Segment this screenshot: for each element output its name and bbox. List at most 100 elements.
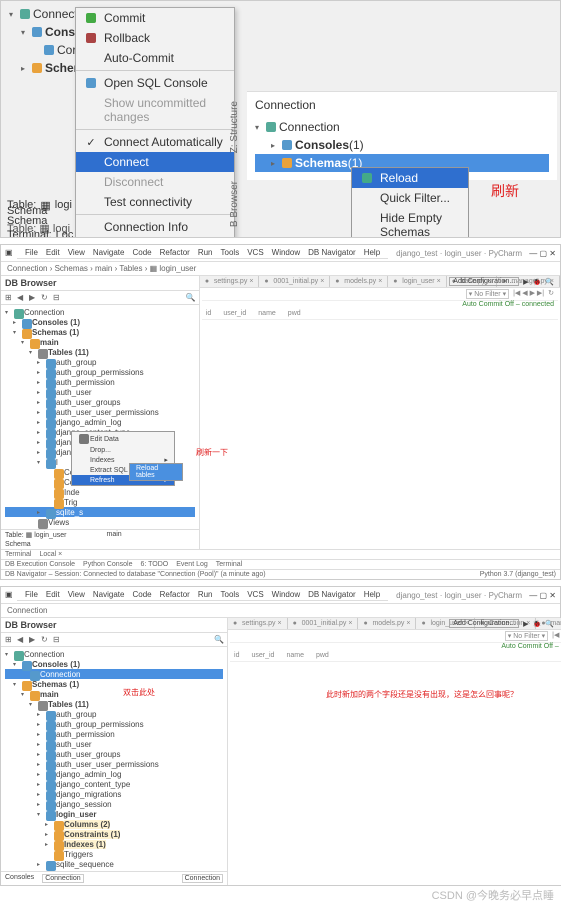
refresh-submenu[interactable]: Reload tables [129,463,183,481]
menu-code[interactable]: Code [132,590,151,599]
expand-icon[interactable]: ⊞ [5,293,14,302]
main-menu[interactable]: FileEditViewNavigateCodeRefactorRunTools… [17,589,388,601]
tree-row[interactable]: ▾Connection [255,118,549,136]
menu-item-reload[interactable]: Reload [352,168,468,188]
db-tree-row[interactable]: ▸auth_group [5,357,195,367]
db-tree[interactable]: ▾Connection▾Consoles (1)Connection▾Schem… [1,647,227,871]
conn-chip-right[interactable]: Connection [182,874,223,883]
db-tree-row[interactable]: ▸Consoles (1) [5,317,195,327]
db-tree-row[interactable]: ▸Constraints (1) [5,829,223,839]
db-tree-row[interactable]: ▸sqlite_s [5,507,195,517]
editor-tab[interactable]: ●models.py × [330,276,388,287]
editor-tab[interactable]: ●0001_initial.py × [288,618,359,629]
db-tree-row[interactable]: ▸Indexes (1) [5,839,223,849]
run-config-area[interactable]: Add Configuration... ▶ 🐞 🔍 [449,619,554,628]
window-controls[interactable]: — ▢ ✕ [529,249,556,258]
refresh-icon[interactable]: ↻ [41,293,50,302]
menu-item-rollback[interactable]: Rollback [76,28,234,48]
db-tree-row[interactable]: ▸auth_group_permissions [5,367,195,377]
nav-prev-icon[interactable]: ◀ [17,635,26,644]
editor-tab[interactable]: ●login_user × [388,276,446,287]
db-tree-row[interactable]: ▾Connection [5,649,223,659]
menu-item-test-connectivity[interactable]: Test connectivity [76,192,234,212]
main-menu[interactable]: FileEditViewNavigateCodeRefactorRunTools… [17,247,388,259]
menu-run[interactable]: Run [198,248,213,257]
menu-navigate[interactable]: Navigate [93,590,125,599]
nav-icons[interactable]: |◀ ◀ ▶ ▶| [552,631,561,641]
nav-icons[interactable]: |◀ ◀ ▶ ▶| [513,289,544,299]
db-tree-row[interactable]: ▸auth_group [5,709,223,719]
search-icon[interactable]: 🔍 [214,635,223,644]
db-tree-row[interactable]: Inde [5,487,195,497]
db-tree-row[interactable]: ▸auth_user_groups [5,397,195,407]
tool-tab[interactable]: 6: TODO [140,561,168,568]
menu-window[interactable]: Window [272,590,300,599]
db-tree-row[interactable]: ▾main [5,689,223,699]
collapse-icon[interactable]: ⊟ [53,635,62,644]
menu-help[interactable]: Help [364,248,380,257]
db-tree-row[interactable]: Views [5,517,195,527]
menu-item-auto-commit[interactable]: Auto-Commit [76,48,234,68]
status-tool-tabs[interactable]: DB Execution ConsolePython Console6: TOD… [5,561,242,568]
connection-context-menu[interactable]: CommitRollbackAuto-Commit Open SQL Consol… [75,7,235,238]
nav-next-icon[interactable]: ▶ [29,635,38,644]
breadcrumb[interactable]: Connection › Schemas › main › Tables › ▦… [1,262,560,276]
menu-db navigator[interactable]: DB Navigator [308,248,356,257]
refresh-icon[interactable]: ↻ [41,635,50,644]
tree-row[interactable]: ▸Consoles (1) [255,136,549,154]
db-tree-row[interactable]: ▸auth_user_user_permissions [5,759,223,769]
ctx-reload-tables[interactable]: Reload tables [130,464,182,480]
db-tree-row[interactable]: ▸auth_user [5,739,223,749]
editor-tab[interactable]: ●models.py × [358,618,416,629]
search-icon[interactable]: 🔍 [545,278,554,286]
db-tree-row[interactable]: ▸django_session [5,799,223,809]
db-tree-row[interactable]: ▾Tables (11) [5,347,195,357]
tool-tab[interactable]: Event Log [176,561,208,568]
nav-next-icon[interactable]: ▶ [29,293,38,302]
db-tree-row[interactable]: ▸auth_user_user_permissions [5,407,195,417]
add-config-dropdown[interactable]: Add Configuration... [449,619,519,628]
status-tab[interactable]: Terminal [5,551,31,558]
menu-item-open-sql-console[interactable]: Open SQL Console [76,73,234,93]
db-toolbar[interactable]: ⊞ ◀ ▶ ↻ ⊟ 🔍 [1,291,199,305]
db-tree-row[interactable]: ▾Schemas (1) [5,679,223,689]
db-tree[interactable]: ▾Connection▸Consoles (1)▾Schemas (1)▾mai… [1,305,199,529]
editor-tab[interactable]: ●0001_initial.py × [259,276,330,287]
db-tree-row[interactable]: ▸django_migrations [5,789,223,799]
menu-edit[interactable]: Edit [46,590,60,599]
menu-help[interactable]: Help [364,590,380,599]
menu-view[interactable]: View [68,590,85,599]
refresh-icon[interactable]: ↻ [548,289,554,299]
debug-icon[interactable]: 🐞 [533,620,542,628]
menu-view[interactable]: View [68,248,85,257]
menu-file[interactable]: File [25,248,38,257]
editor-tab[interactable]: ●settings.py × [228,618,288,629]
menu-code[interactable]: Code [132,248,151,257]
collapse-icon[interactable]: ⊟ [53,293,62,302]
window-controls[interactable]: — ▢ ✕ [529,591,556,600]
menu-item-hide-empty-schemas[interactable]: Hide Empty Schemas [352,208,468,238]
run-icon[interactable]: ▶ [523,278,528,286]
menu-run[interactable]: Run [198,590,213,599]
menu-item-quick-filter-[interactable]: Quick Filter... [352,188,468,208]
db-tree-row[interactable]: ▸auth_user_groups [5,749,223,759]
conn-chip-left[interactable]: Connection [42,874,83,883]
db-tree-row[interactable]: ▾Schemas (1) [5,327,195,337]
menu-refactor[interactable]: Refactor [160,248,190,257]
db-tree-row[interactable]: ▸django_admin_log [5,769,223,779]
db-tree-row[interactable]: Connection [5,669,223,679]
nav-prev-icon[interactable]: ◀ [17,293,26,302]
menu-db navigator[interactable]: DB Navigator [308,590,356,599]
menu-item-commit[interactable]: Commit [76,8,234,28]
db-tree-row[interactable]: ▸auth_permission [5,729,223,739]
db-tree-row[interactable]: ▾main [5,337,195,347]
menu-tools[interactable]: Tools [221,248,240,257]
debug-icon[interactable]: 🐞 [533,278,542,286]
run-config-area[interactable]: Add Configuration... ▶ 🐞 🔍 [449,277,554,286]
db-tree-row[interactable]: ▸Columns (2) [5,819,223,829]
filter-dropdown[interactable]: ▾ No Filter ▾ [466,289,509,299]
expand-icon[interactable]: ⊞ [5,635,14,644]
menu-item-connect[interactable]: Connect [76,152,234,172]
schemas-context-menu[interactable]: ReloadQuick Filter...Hide Empty Schemas [351,167,469,238]
add-config-dropdown[interactable]: Add Configuration... [449,277,519,286]
